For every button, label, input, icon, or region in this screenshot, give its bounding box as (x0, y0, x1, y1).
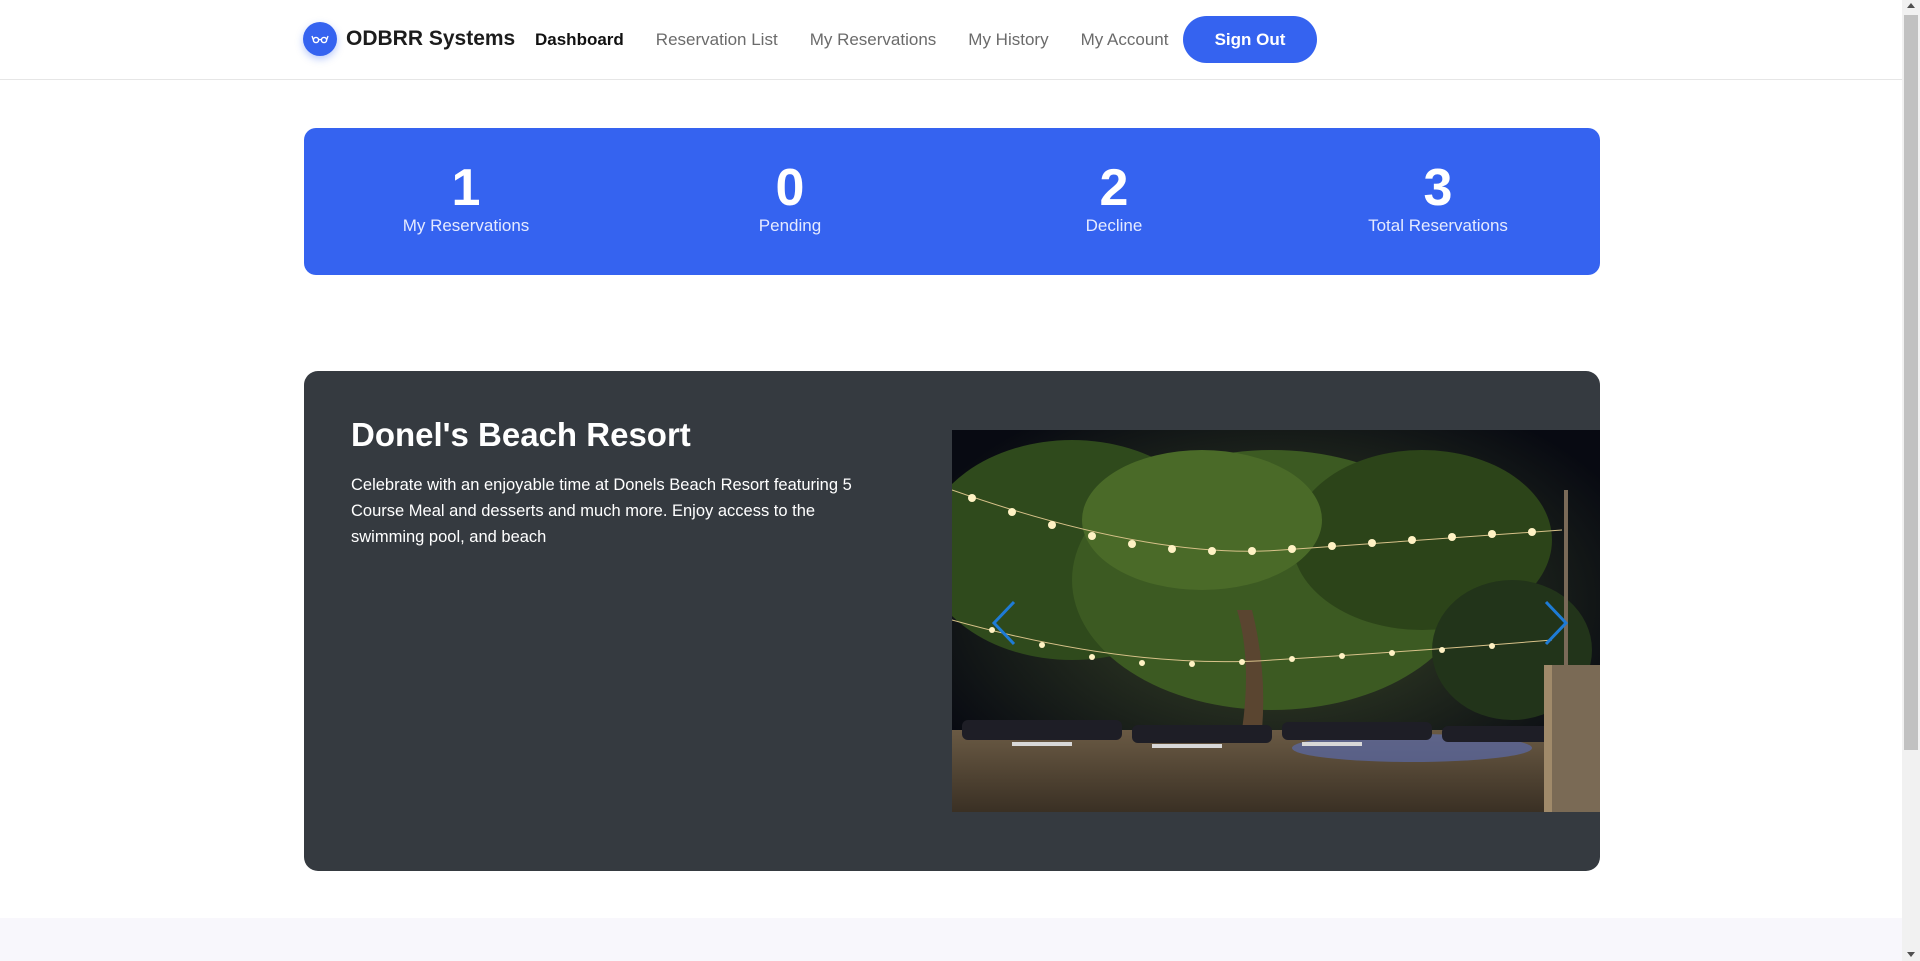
stat-label: Decline (1085, 216, 1143, 235)
main-nav: Dashboard Reservation List My Reservatio… (535, 0, 1200, 80)
stats-panel: 1 My Reservations 0 Pending 2 Decline 3 … (304, 128, 1600, 275)
resort-image-carousel[interactable] (952, 430, 1600, 812)
footer-section (0, 918, 1902, 961)
nav-item-my-reservations[interactable]: My Reservations (810, 30, 937, 50)
stat-decline: 2 Decline (952, 128, 1276, 275)
brand[interactable]: ODBRR Systems (303, 22, 515, 56)
scrollbar-thumb[interactable] (1904, 15, 1918, 750)
page-scrollbar[interactable] (1902, 0, 1920, 961)
resort-description: Celebrate with an enjoyable time at Done… (351, 476, 852, 546)
nav-item-reservation-list[interactable]: Reservation List (656, 30, 778, 50)
carousel-prev-button[interactable] (990, 600, 1020, 646)
resort-title: Donel's Beach Resort (351, 416, 691, 453)
stat-label: Pending (758, 216, 822, 235)
sign-out-button[interactable]: Sign Out (1183, 16, 1317, 63)
stat-my-reservations: 1 My Reservations (304, 128, 628, 275)
stat-label: My Reservations (402, 216, 530, 235)
stat-value: 3 (1423, 159, 1453, 217)
resort-photo (952, 430, 1600, 812)
stat-value: 2 (1099, 159, 1129, 217)
glasses-icon (303, 22, 337, 56)
stat-value: 0 (775, 159, 805, 217)
stat-value: 1 (451, 159, 481, 217)
carousel-next-button[interactable] (1540, 600, 1570, 646)
nav-item-dashboard[interactable]: Dashboard (535, 30, 624, 50)
top-navbar: ODBRR Systems Dashboard Reservation List… (0, 0, 1902, 80)
brand-name: ODBRR Systems (346, 27, 516, 50)
nav-item-my-account[interactable]: My Account (1081, 30, 1169, 50)
nav-item-my-history[interactable]: My History (968, 30, 1048, 50)
resort-card: Donel's Beach Resort Celebrate with an e… (304, 371, 1600, 871)
stat-total-reservations: 3 Total Reservations (1276, 128, 1600, 275)
stat-label: Total Reservations (1368, 216, 1508, 235)
chevron-left-icon (991, 600, 1016, 646)
chevron-right-icon (1544, 600, 1569, 646)
scroll-up-icon[interactable] (1907, 3, 1915, 8)
stat-pending: 0 Pending (628, 128, 952, 275)
scroll-down-icon[interactable] (1907, 952, 1915, 957)
